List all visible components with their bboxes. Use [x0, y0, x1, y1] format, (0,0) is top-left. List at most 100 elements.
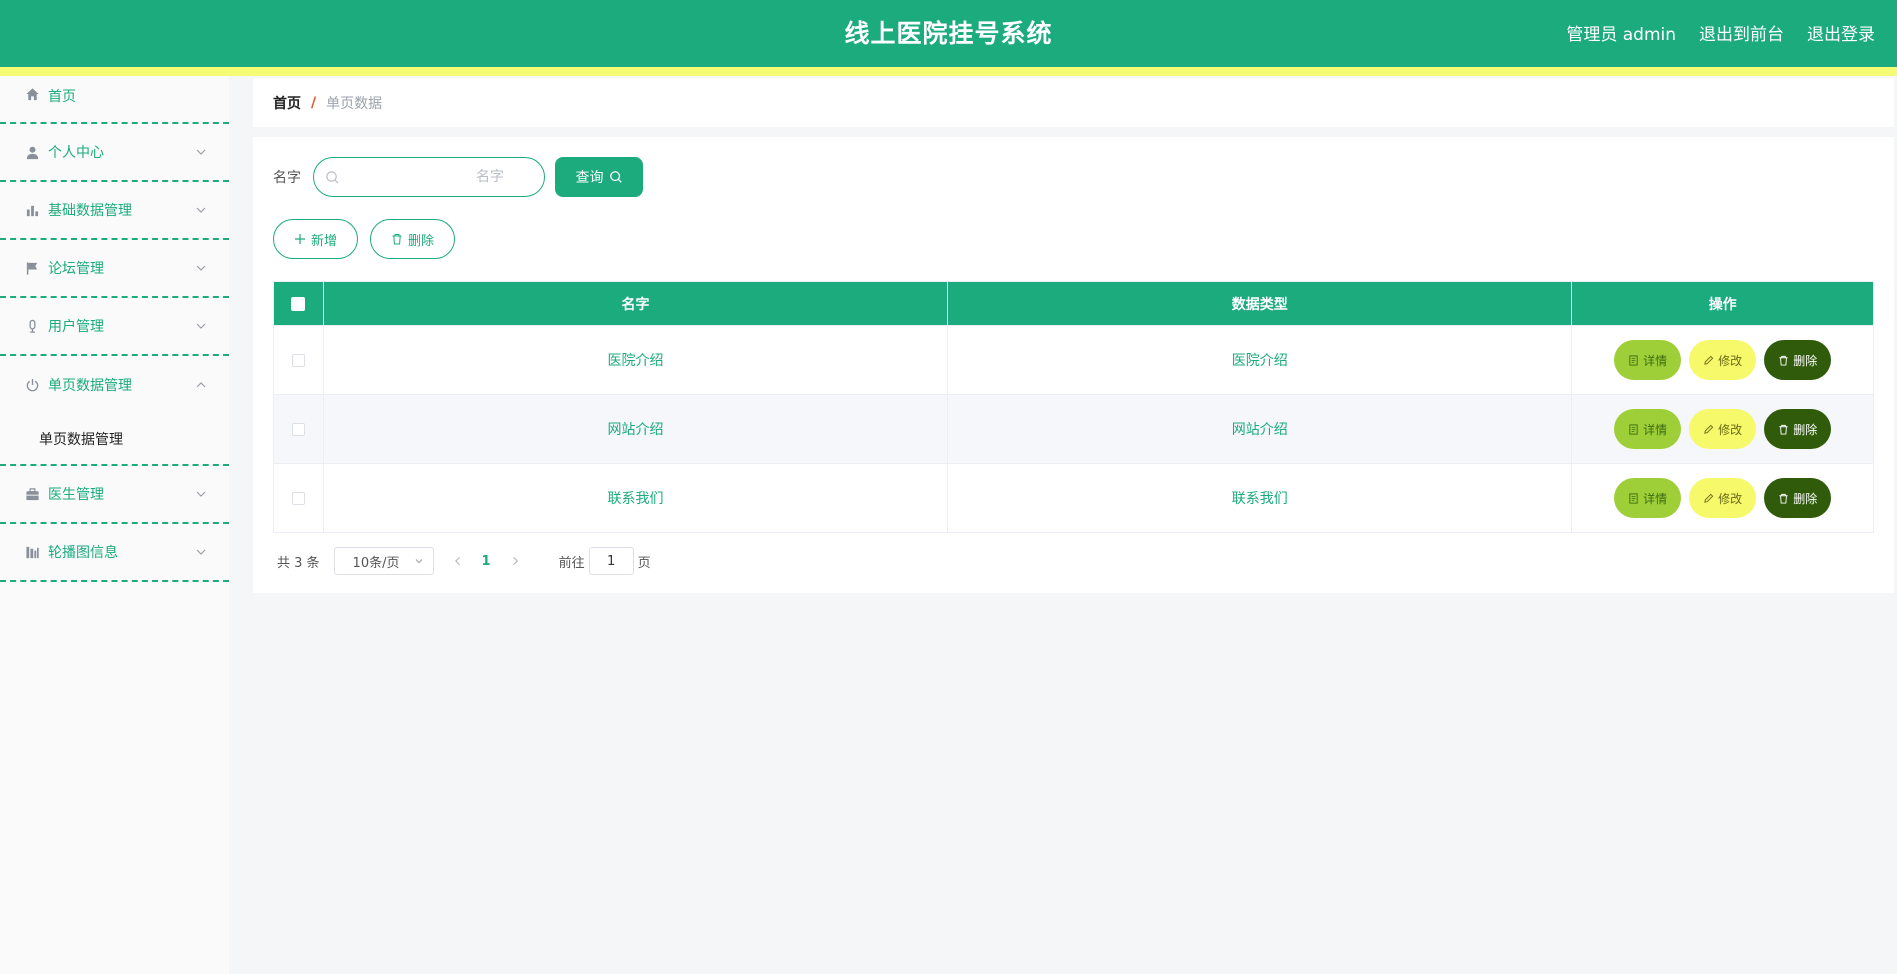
plus-icon: [295, 234, 305, 244]
delete-button-label: 删除: [1793, 491, 1818, 506]
pagination-total: 共 3 条: [277, 555, 320, 571]
name-search-input[interactable]: [344, 158, 514, 196]
edit-button[interactable]: 修改: [1689, 409, 1757, 449]
table-row: 联系我们 联系我们 详情 修改 删除: [274, 463, 1873, 532]
prev-page-button[interactable]: [450, 553, 466, 569]
document-icon: [1629, 354, 1638, 366]
column-header-name: 名字: [324, 282, 949, 325]
row-actions: 详情 修改 删除: [1572, 464, 1873, 532]
sidebar-subitem-single-page-data[interactable]: 单页数据管理: [0, 414, 229, 464]
batch-delete-button[interactable]: 删除: [370, 219, 456, 259]
chevron-down-icon: [196, 323, 206, 329]
row-check-cell: [274, 464, 324, 532]
goto-suffix: 页: [637, 555, 651, 571]
next-page-button[interactable]: [507, 553, 523, 569]
detail-button[interactable]: 详情: [1614, 478, 1682, 518]
briefcase-icon: [24, 486, 40, 502]
sidebar-item-label: 论坛管理: [48, 261, 104, 277]
sidebar-item-label: 医生管理: [48, 487, 104, 503]
data-table: 名字 数据类型 操作 医院介绍 医院介绍 详情 修改 删除 网站介绍 网站介绍 …: [273, 281, 1874, 533]
breadcrumb: 首页 / 单页数据: [253, 78, 1894, 127]
add-button-label: 新增: [311, 233, 338, 249]
detail-button[interactable]: 详情: [1614, 340, 1682, 380]
chart-icon: [24, 544, 40, 560]
table-row: 医院介绍 医院介绍 详情 修改 删除: [274, 325, 1873, 394]
page-size-select[interactable]: 10条/页: [333, 547, 434, 575]
row-name: 联系我们: [324, 464, 949, 532]
breadcrumb-home[interactable]: 首页: [273, 93, 301, 113]
admin-label[interactable]: 管理员 admin: [1566, 20, 1676, 45]
column-header-actions: 操作: [1708, 296, 1737, 313]
pencil-icon: [1704, 493, 1714, 503]
header-accent-strip: [0, 67, 1897, 76]
logout-link[interactable]: 退出登录: [1807, 20, 1875, 45]
delete-button[interactable]: 删除: [1764, 409, 1832, 449]
add-button[interactable]: 新增: [273, 219, 359, 259]
detail-button[interactable]: 详情: [1614, 409, 1682, 449]
sidebar-item-label: 轮播图信息: [48, 545, 118, 561]
trash-icon: [1779, 424, 1788, 435]
power-icon: [24, 377, 40, 393]
search-icon: [609, 171, 622, 183]
delete-button[interactable]: 删除: [1764, 340, 1832, 380]
row-checkbox[interactable]: [291, 422, 305, 436]
edit-button-label: 修改: [1718, 422, 1743, 437]
microphone-icon: [24, 318, 40, 334]
edit-button-label: 修改: [1718, 491, 1743, 506]
query-button[interactable]: 查询: [555, 157, 643, 197]
chevron-down-icon: [196, 207, 206, 213]
breadcrumb-separator: /: [311, 94, 317, 111]
search-label: 名字: [273, 170, 301, 186]
page-number-current[interactable]: 1: [482, 554, 491, 569]
goto-page: 前往 页: [559, 547, 651, 575]
sidebar-item-personal-center[interactable]: 个人中心: [0, 124, 229, 182]
delete-button-label: 删除: [1793, 422, 1818, 437]
main-content-card: 名字 查询 新增 删除 名字 数据类型 操作: [253, 137, 1894, 593]
row-type: 联系我们: [948, 464, 1573, 532]
sidebar-item-home[interactable]: 首页: [0, 76, 229, 124]
sidebar-item-doctors[interactable]: 医生管理: [0, 466, 229, 524]
trash-icon: [1779, 493, 1788, 504]
delete-button-label: 删除: [1793, 353, 1818, 368]
bar-chart-icon: [24, 202, 40, 218]
sidebar-item-basic-data[interactable]: 基础数据管理: [0, 182, 229, 240]
chevron-left-icon: [454, 556, 460, 566]
pagination: 共 3 条 10条/页 1 前往 页: [277, 547, 651, 575]
pencil-icon: [1704, 424, 1714, 434]
sidebar-item-users[interactable]: 用户管理: [0, 298, 229, 356]
sidebar-item-label: 用户管理: [48, 319, 104, 335]
home-icon: [24, 86, 40, 102]
trash-icon: [1779, 355, 1788, 366]
row-name: 医院介绍: [324, 326, 949, 394]
select-all-checkbox[interactable]: [291, 296, 306, 311]
edit-button[interactable]: 修改: [1689, 340, 1757, 380]
chevron-up-icon: [196, 382, 206, 388]
edit-button-label: 修改: [1718, 353, 1743, 368]
goto-page-input[interactable]: [588, 547, 634, 575]
row-checkbox[interactable]: [291, 353, 305, 367]
detail-button-label: 详情: [1643, 353, 1668, 368]
sidebar-item-label: 个人中心: [48, 145, 104, 161]
flag-icon: [24, 260, 40, 276]
trash-icon: [392, 234, 402, 245]
chevron-down-icon: [196, 265, 206, 271]
sidebar-item-single-page-data[interactable]: 单页数据管理: [0, 356, 229, 414]
exit-to-front-link[interactable]: 退出到前台: [1699, 20, 1784, 45]
batch-delete-button-label: 删除: [408, 233, 435, 249]
chevron-down-icon: [196, 491, 206, 497]
sidebar-item-label: 首页: [48, 89, 76, 105]
query-button-label: 查询: [575, 170, 604, 186]
delete-button[interactable]: 删除: [1764, 478, 1832, 518]
edit-button[interactable]: 修改: [1689, 478, 1757, 518]
breadcrumb-current: 单页数据: [326, 95, 383, 112]
sidebar-item-label: 单页数据管理: [48, 378, 132, 394]
sidebar-item-carousel[interactable]: 轮播图信息: [0, 524, 229, 582]
sidebar-item-forum[interactable]: 论坛管理: [0, 240, 229, 298]
user-icon: [24, 144, 40, 160]
row-checkbox[interactable]: [291, 491, 305, 505]
pencil-icon: [1704, 355, 1714, 365]
row-type: 医院介绍: [948, 326, 1573, 394]
chevron-right-icon: [512, 556, 518, 566]
row-actions: 详情 修改 删除: [1572, 395, 1873, 463]
top-bar: 线上医院挂号系统 管理员 admin 退出到前台 退出登录: [0, 0, 1897, 67]
